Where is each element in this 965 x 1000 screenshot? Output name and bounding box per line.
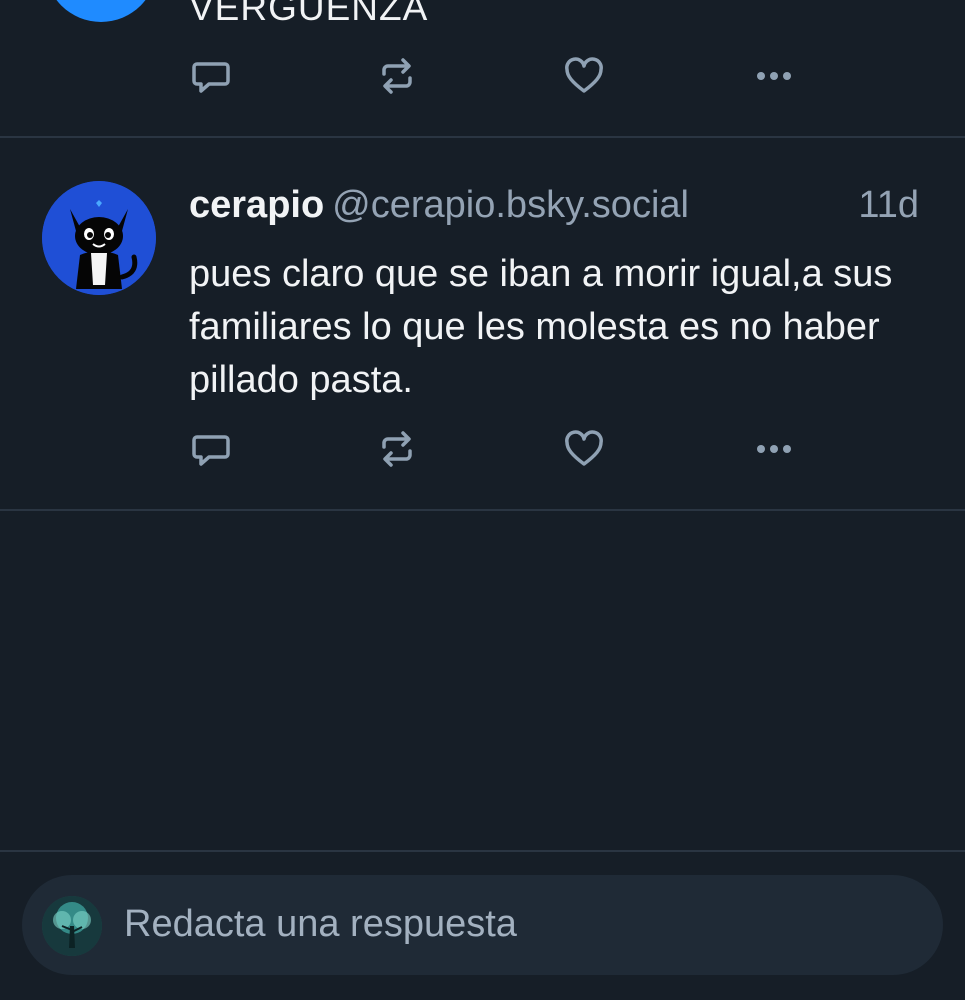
post-text: pues claro que se iban a morir igual,a s… xyxy=(189,253,893,401)
post-divider xyxy=(0,509,965,511)
previous-post-text: VERGÜENZA xyxy=(189,0,429,28)
repost-icon xyxy=(382,431,412,467)
reply-input-placeholder[interactable]: Redacta una respuesta xyxy=(124,903,517,946)
post-header: cerapio @cerapio.bsky.social 11d xyxy=(189,184,929,232)
more-button[interactable] xyxy=(752,54,796,98)
more-icon xyxy=(757,445,791,453)
reply-button[interactable] xyxy=(189,54,233,98)
reply-composer[interactable]: Redacta una respuesta xyxy=(22,875,943,975)
like-icon xyxy=(565,430,603,466)
tree-avatar-icon xyxy=(42,896,102,956)
more-icon xyxy=(757,72,791,80)
author-handle[interactable]: @cerapio.bsky.social xyxy=(332,184,689,226)
like-button[interactable] xyxy=(562,427,606,471)
like-icon xyxy=(565,57,603,93)
repost-button[interactable] xyxy=(375,54,419,98)
reply-icon xyxy=(192,62,230,93)
post-actions xyxy=(189,427,809,471)
repost-button[interactable] xyxy=(375,427,419,471)
previous-post-actions xyxy=(189,54,809,98)
post-timestamp[interactable]: 11d xyxy=(858,184,919,227)
author-name[interactable]: cerapio xyxy=(189,184,324,226)
avatar[interactable] xyxy=(42,181,156,295)
more-button[interactable] xyxy=(752,427,796,471)
cat-avatar-icon xyxy=(42,181,156,295)
like-button[interactable] xyxy=(562,54,606,98)
reply-icon xyxy=(192,435,230,466)
repost-icon xyxy=(382,58,412,94)
avatar[interactable] xyxy=(45,0,157,22)
reply-button[interactable] xyxy=(189,427,233,471)
avatar xyxy=(42,896,102,956)
composer-divider xyxy=(0,850,965,852)
post-divider xyxy=(0,136,965,138)
